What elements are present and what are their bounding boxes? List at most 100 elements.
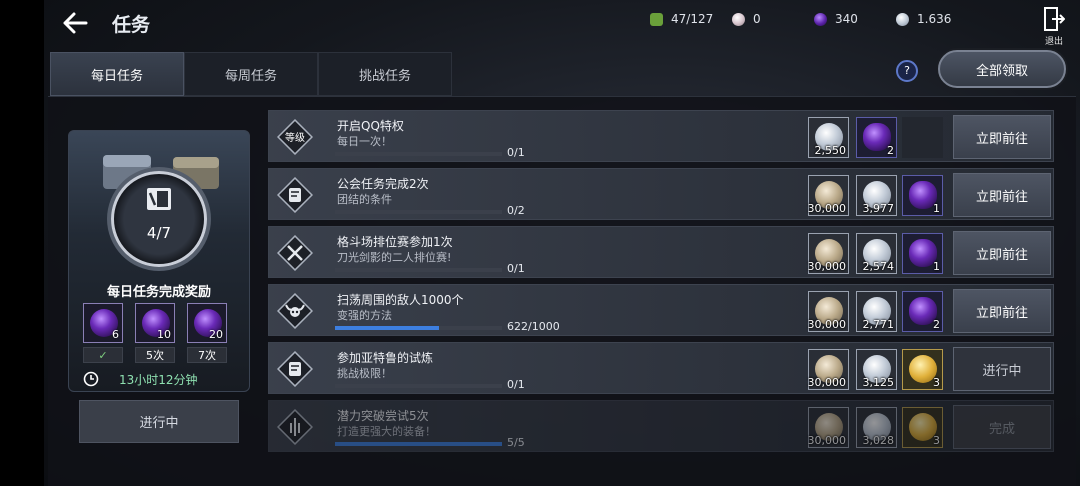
tab-challenge[interactable]: 挑战任务 bbox=[318, 52, 452, 96]
quest-name: 参加亚特鲁的试炼 bbox=[337, 351, 434, 365]
reward-item[interactable]: 30,000 bbox=[808, 233, 849, 274]
reward-count: 30,000 bbox=[807, 202, 847, 215]
resource-green-gem: 47/127 bbox=[650, 10, 713, 28]
milestone-rewards: 6 10 20 bbox=[83, 303, 227, 343]
resource-pearl: 0 bbox=[732, 10, 761, 28]
guild-scroll-icon bbox=[276, 176, 314, 214]
quest-description: 挑战极限！ bbox=[337, 367, 392, 380]
help-book-icon[interactable]: ? bbox=[896, 60, 918, 82]
reward-count: 3,977 bbox=[862, 202, 895, 215]
reward-count: 1 bbox=[933, 202, 940, 215]
reward-item[interactable]: 3,977 bbox=[856, 175, 897, 216]
tab-daily[interactable]: 每日任务 bbox=[50, 52, 184, 96]
reward-item[interactable]: 2,550 bbox=[808, 117, 849, 158]
reward-count: 30,000 bbox=[807, 260, 847, 273]
quest-action-button[interactable]: 进行中 bbox=[953, 347, 1051, 391]
back-arrow-icon[interactable] bbox=[58, 6, 92, 40]
quest-progress-text: 0/1 bbox=[507, 262, 525, 275]
horned-skull-icon bbox=[276, 292, 314, 330]
reset-timer: 13小时12分钟 bbox=[83, 369, 241, 389]
daily-progress: 4/7 bbox=[146, 224, 172, 242]
claim-all-button[interactable]: 全部领取 bbox=[938, 50, 1066, 88]
orb-count: 20 bbox=[209, 328, 223, 341]
orb-count: 6 bbox=[112, 328, 119, 341]
quest-progress-bar bbox=[335, 210, 502, 214]
exit-door-icon bbox=[1044, 7, 1066, 31]
reward-item[interactable]: 3 bbox=[902, 407, 943, 448]
reward-count: 3,028 bbox=[862, 434, 895, 447]
reward-count: 2 bbox=[887, 144, 894, 157]
quest-progress-text: 0/1 bbox=[507, 378, 525, 391]
reward-item[interactable]: 30,000 bbox=[808, 349, 849, 390]
milestone-orb[interactable]: 10 bbox=[135, 303, 175, 343]
reward-card-title: 每日任务完成奖励 bbox=[106, 285, 211, 300]
quest-action-button[interactable]: 立即前往 bbox=[953, 289, 1051, 333]
timer-text: 13小时12分钟 bbox=[119, 372, 198, 387]
breakthrough-icon bbox=[276, 408, 314, 446]
reward-item[interactable]: 1 bbox=[902, 233, 943, 274]
letterbox-left bbox=[0, 0, 44, 486]
milestone-label: 5次 bbox=[135, 347, 175, 363]
reward-item[interactable]: 3,125 bbox=[856, 349, 897, 390]
reward-item[interactable]: 3 bbox=[902, 349, 943, 390]
reward-count: 30,000 bbox=[807, 318, 847, 331]
quest-name: 格斗场排位赛参加1次 bbox=[337, 235, 453, 249]
reward-count: 1 bbox=[933, 260, 940, 273]
empty-reward-slot bbox=[902, 117, 943, 158]
reward-count: 30,000 bbox=[807, 434, 847, 447]
quest-name: 开启QQ特权 bbox=[337, 119, 404, 133]
progress-fill bbox=[335, 326, 439, 330]
clock-icon bbox=[83, 371, 99, 387]
page-title: 任务 bbox=[112, 14, 151, 36]
scroll-badge-icon bbox=[147, 188, 171, 210]
reward-item[interactable]: 3,028 bbox=[856, 407, 897, 448]
quest-name: 公会任务完成2次 bbox=[337, 177, 429, 191]
silver-coin-icon bbox=[896, 12, 909, 26]
reward-item[interactable]: 2 bbox=[902, 291, 943, 332]
quest-action-button[interactable]: 完成 bbox=[953, 405, 1051, 449]
quest-action-button[interactable]: 立即前往 bbox=[953, 115, 1051, 159]
reward-count: 30,000 bbox=[807, 376, 847, 389]
reward-status-button[interactable]: 进行中 bbox=[79, 400, 239, 443]
quest-description: 每日一次！ bbox=[337, 135, 392, 148]
reward-item[interactable]: 1 bbox=[902, 175, 943, 216]
pearl-icon bbox=[732, 12, 745, 26]
resource-value: 340 bbox=[835, 12, 858, 26]
exit-button[interactable]: 退出 bbox=[1039, 6, 1069, 47]
quest-progress-bar bbox=[335, 442, 502, 446]
quest-progress-text: 622/1000 bbox=[507, 320, 560, 333]
green-gem-icon bbox=[650, 12, 663, 26]
quest-progress-bar bbox=[335, 152, 502, 156]
reward-item[interactable]: 2 bbox=[856, 117, 897, 158]
quest-progress-text: 0/1 bbox=[507, 146, 525, 159]
resource-silver-coin: 1.636 bbox=[896, 10, 951, 28]
progress-fill bbox=[335, 442, 502, 446]
quest-description: 刀光剑影的二人排位赛! bbox=[337, 251, 452, 264]
purple-orb-icon bbox=[814, 12, 827, 26]
milestone-states: ✓ 5次 7次 bbox=[83, 347, 227, 363]
quest-tabs: 每日任务 每周任务 挑战任务 bbox=[50, 52, 452, 96]
reward-item[interactable]: 2,574 bbox=[856, 233, 897, 274]
quest-action-button[interactable]: 立即前往 bbox=[953, 173, 1051, 217]
reward-item[interactable]: 30,000 bbox=[808, 291, 849, 332]
tab-weekly[interactable]: 每周任务 bbox=[184, 52, 318, 96]
quest-description: 打造更强大的装备！ bbox=[337, 425, 436, 438]
level-icon: 等级 bbox=[276, 118, 314, 156]
quest-action-button[interactable]: 立即前往 bbox=[953, 231, 1051, 275]
quest-progress-text: 0/2 bbox=[507, 204, 525, 217]
reward-count: 3 bbox=[933, 376, 940, 389]
reward-item[interactable]: 30,000 bbox=[808, 407, 849, 448]
quest-progress-text: 5/5 bbox=[507, 436, 525, 449]
reward-item[interactable]: 30,000 bbox=[808, 175, 849, 216]
quest-description: 变强的方法 bbox=[337, 309, 392, 322]
svg-text:等级: 等级 bbox=[285, 131, 305, 144]
reward-count: 2 bbox=[933, 318, 940, 331]
quest-progress-bar bbox=[335, 326, 502, 330]
resource-value: 47/127 bbox=[671, 12, 714, 26]
milestone-orb[interactable]: 6 bbox=[83, 303, 123, 343]
quest-row: 格斗场排位赛参加1次 刀光剑影的二人排位赛! 0/1 30,000 2,574 1 立即前往 bbox=[268, 226, 1054, 278]
quest-description: 团结的条件 bbox=[337, 193, 392, 206]
reward-item[interactable]: 2,771 bbox=[856, 291, 897, 332]
milestone-orb[interactable]: 20 bbox=[187, 303, 227, 343]
trial-scroll-icon bbox=[276, 350, 314, 388]
